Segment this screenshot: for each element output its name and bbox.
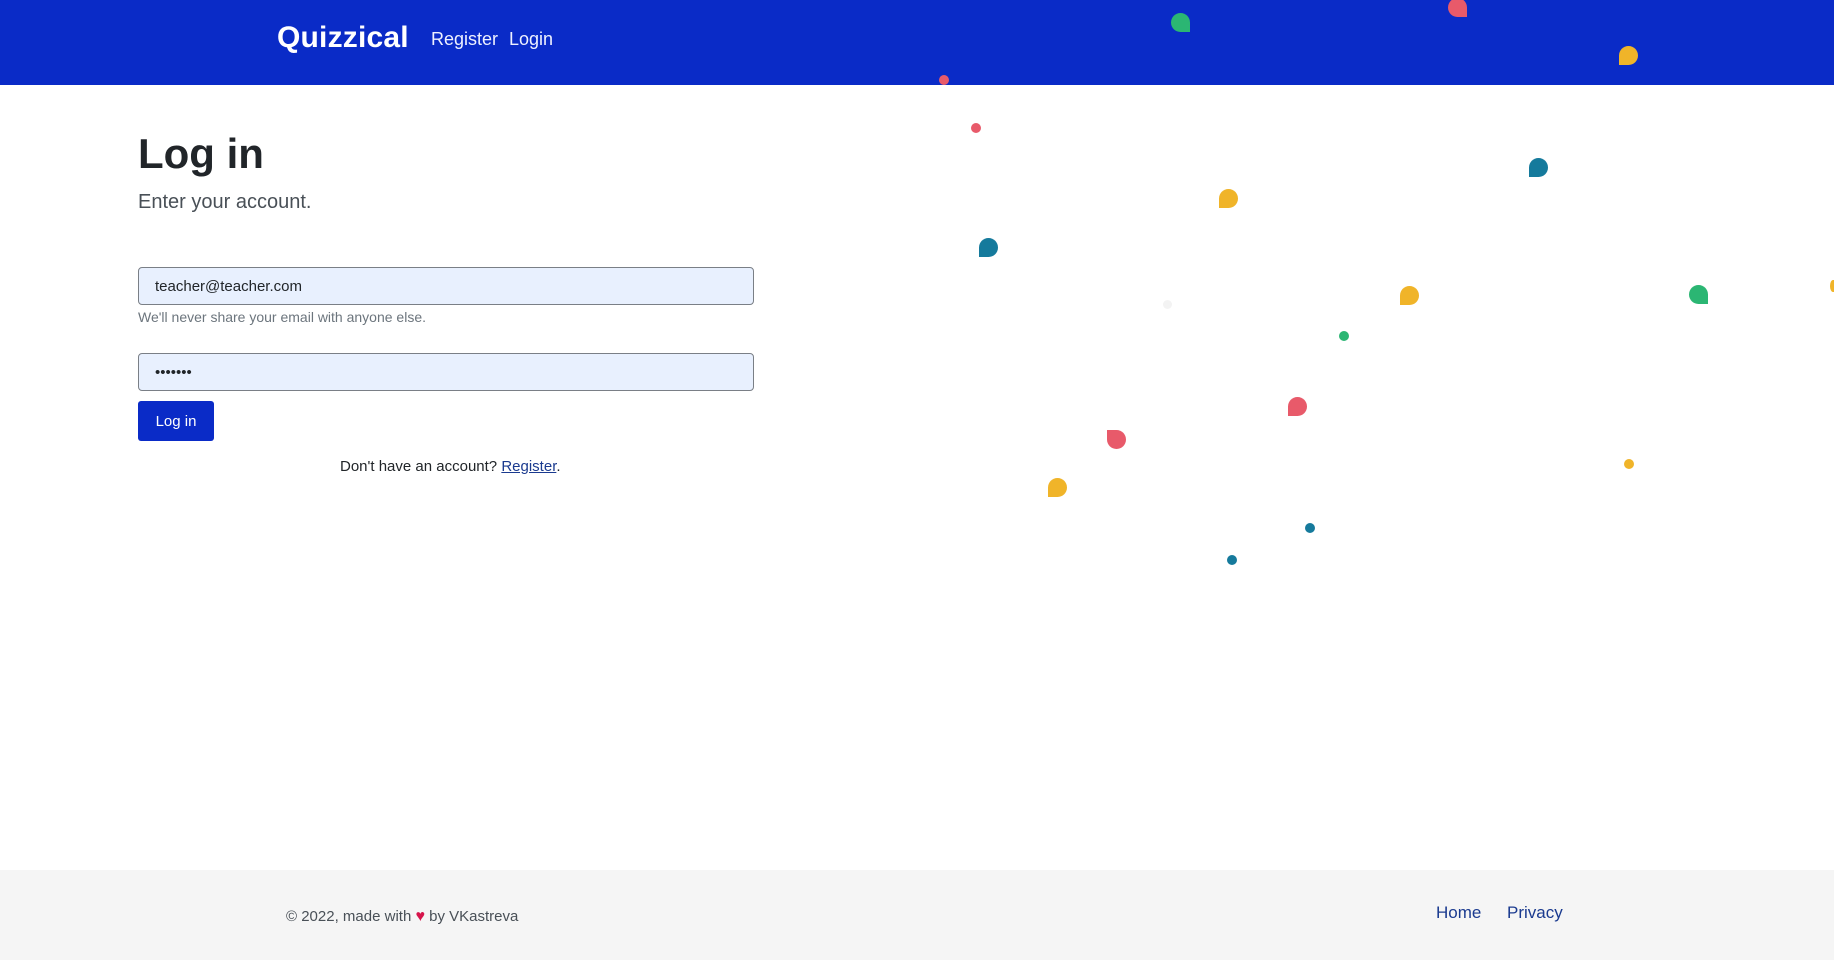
confetti-dot [1624,459,1634,469]
confetti-drop [1107,430,1126,449]
confetti-dot [1227,555,1237,565]
brand-logo-link[interactable]: Quizzical [277,21,409,55]
register-link[interactable]: Register [501,458,556,475]
confetti-dot [1339,331,1349,341]
copyright-text: © 2022, made with [286,908,412,925]
heart-icon: ♥ [415,908,425,925]
nav-login-link[interactable]: Login [509,29,553,50]
page-title: Log in [138,130,264,177]
login-button[interactable]: Log in [138,401,214,441]
page-subtitle: Enter your account. [138,191,312,213]
confetti-drop [1048,478,1067,497]
confetti-dot [971,123,981,133]
confetti-drop [1219,189,1238,208]
footer-copyright: © 2022, made with ♥ by VKastreva [286,908,518,926]
email-field[interactable] [138,267,754,305]
footer-privacy-link[interactable]: Privacy [1507,903,1563,923]
nav-register-link[interactable]: Register [431,29,498,50]
password-field[interactable] [138,353,754,391]
register-prompt-suffix: . [556,458,561,475]
author-text: by VKastreva [429,908,519,925]
confetti-dot [1163,300,1172,309]
navbar: Quizzical Register Login [0,0,1834,85]
confetti-drop [1830,280,1834,292]
footer-home-link[interactable]: Home [1436,903,1481,923]
confetti-drop [1400,286,1419,305]
confetti-dot [1305,523,1315,533]
confetti-drop [1288,397,1307,416]
register-prompt: Don't have an account? Register. [340,458,561,475]
confetti-drop [1529,158,1548,177]
register-prompt-text: Don't have an account? [340,458,498,475]
footer: © 2022, made with ♥ by VKastreva Home Pr… [0,870,1834,960]
email-help-text: We'll never share your email with anyone… [138,309,426,325]
confetti-drop [1689,285,1708,304]
confetti-drop [979,238,998,257]
